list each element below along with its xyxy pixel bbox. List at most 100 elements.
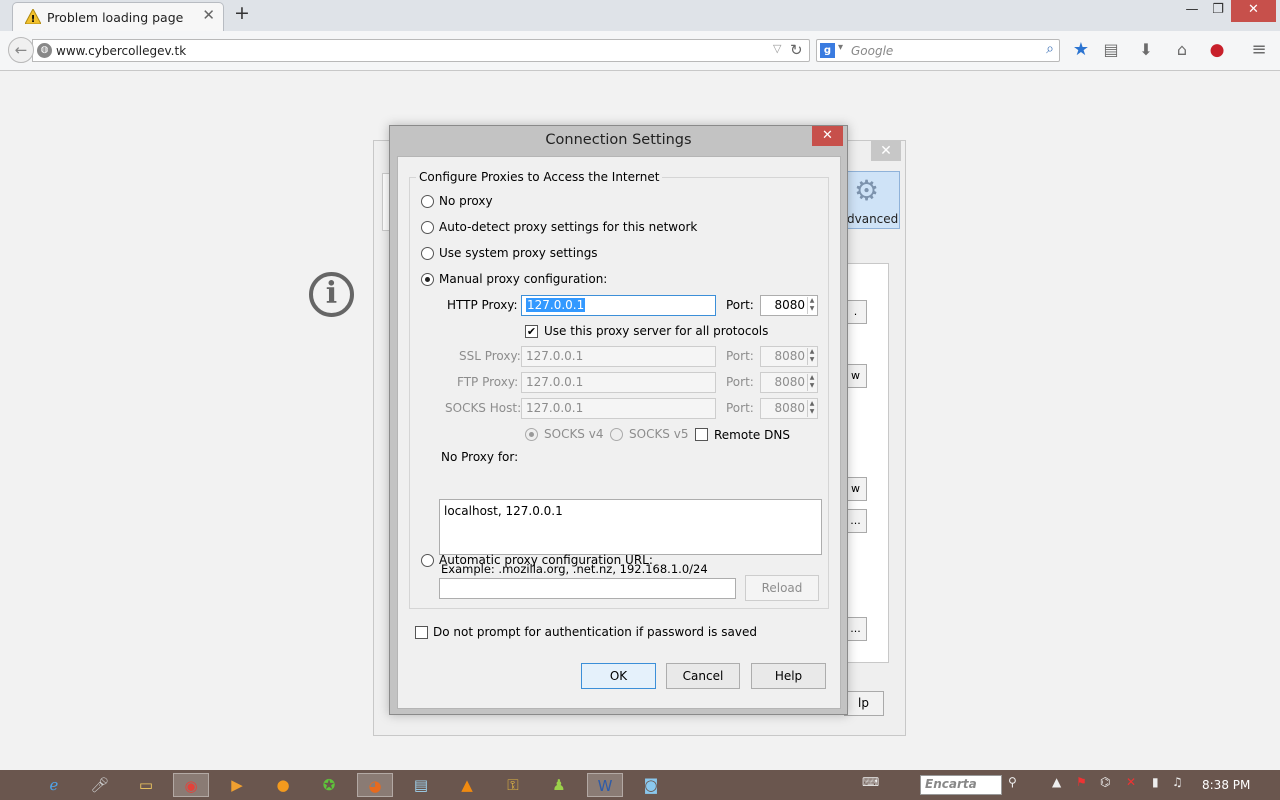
http-port-input[interactable]: 8080 ▲ ▼: [760, 295, 818, 316]
search-engine-dropdown-icon[interactable]: ▾: [838, 42, 843, 53]
no-prompt-auth-checkbox[interactable]: [415, 626, 428, 639]
radio-auto-config-url[interactable]: [421, 554, 434, 567]
auto-detect-label[interactable]: Auto-detect proxy settings for this netw…: [439, 220, 697, 234]
radio-manual-proxy[interactable]: [421, 273, 434, 286]
options-button[interactable]: w: [845, 364, 867, 388]
flag-icon[interactable]: ⚑: [1076, 775, 1087, 789]
clock[interactable]: 8:38 PM: [1202, 778, 1250, 792]
show-hidden-icons[interactable]: ▲: [1052, 775, 1061, 789]
search-input[interactable]: Google: [851, 44, 893, 58]
http-proxy-label: HTTP Proxy:: [447, 298, 518, 312]
ssl-proxy-input[interactable]: 127.0.0.1: [521, 346, 716, 367]
ftp-proxy-label: FTP Proxy:: [457, 375, 519, 389]
tab-problem-loading[interactable]: ! Problem loading page ✕: [12, 2, 224, 32]
network-icon[interactable]: ⌬: [1100, 775, 1110, 789]
cancel-button[interactable]: Cancel: [666, 663, 740, 689]
socks-host-input[interactable]: 127.0.0.1: [521, 398, 716, 419]
file-explorer-icon[interactable]: ▭: [128, 773, 164, 797]
media-player-icon[interactable]: ▶: [219, 773, 255, 797]
options-button[interactable]: .: [845, 300, 867, 324]
ftp-proxy-input[interactable]: 127.0.0.1: [521, 372, 716, 393]
options-close-button[interactable]: ✕: [871, 141, 901, 161]
remote-dns-checkbox[interactable]: [695, 428, 708, 441]
help-button[interactable]: Help: [751, 663, 826, 689]
firefox-orange-icon[interactable]: ●: [265, 773, 301, 797]
options-button[interactable]: ...: [845, 617, 867, 641]
advanced-tab-label: dvanced: [847, 212, 899, 226]
back-button[interactable]: ←: [8, 37, 34, 63]
ok-button[interactable]: OK: [581, 663, 656, 689]
menu-icon[interactable]: ≡: [1248, 39, 1270, 61]
use-for-all-checkbox[interactable]: ✔: [525, 325, 538, 338]
home-icon[interactable]: ⌂: [1171, 39, 1193, 61]
socks-v5-label[interactable]: SOCKS v5: [629, 427, 688, 441]
ssl-port-label: Port:: [726, 349, 754, 363]
search-engine-icon[interactable]: g: [820, 43, 835, 58]
socks-port-label: Port:: [726, 401, 754, 415]
reload-button[interactable]: Reload: [745, 575, 819, 601]
search-icon[interactable]: ⌕: [1046, 41, 1054, 57]
tab-close-icon[interactable]: ✕: [202, 8, 215, 23]
camera-icon[interactable]: ◙: [633, 773, 669, 797]
green-app-icon[interactable]: ✪: [311, 773, 347, 797]
no-proxy-for-input[interactable]: localhost, 127.0.0.1: [439, 499, 822, 555]
remote-dns-label[interactable]: Remote DNS: [714, 428, 790, 442]
signal-icon[interactable]: ✕: [1126, 775, 1136, 789]
search-bar[interactable]: g ▾ Google ⌕: [816, 39, 1060, 62]
firefox-icon[interactable]: ◕: [357, 773, 393, 797]
volume-icon[interactable]: ♫: [1172, 775, 1183, 789]
manual-proxy-label[interactable]: Manual proxy configuration:: [439, 272, 607, 286]
reload-icon[interactable]: ↻: [790, 41, 803, 59]
internet-explorer-icon[interactable]: ℯ: [36, 773, 72, 797]
options-button[interactable]: ...: [845, 509, 867, 533]
options-help-button[interactable]: lp: [844, 691, 884, 716]
search-tray-icon[interactable]: ⚲: [1008, 775, 1017, 789]
window-close-button[interactable]: ✕: [1231, 0, 1276, 22]
auto-config-url-input[interactable]: [439, 578, 736, 599]
globe-icon: ◍: [37, 43, 52, 58]
advanced-tab[interactable]: ⚙ dvanced: [844, 171, 900, 229]
spinner-icon[interactable]: ▲ ▼: [807, 400, 816, 417]
chrome-icon[interactable]: ◉: [173, 773, 209, 797]
spinner-icon[interactable]: ▲ ▼: [807, 348, 816, 365]
encarta-search-box[interactable]: Encarta: [920, 775, 1002, 795]
radio-socks-v5[interactable]: [610, 428, 623, 441]
url-text[interactable]: www.cybercollegev.tk: [56, 44, 186, 58]
socks-port-input[interactable]: 8080 ▲ ▼: [760, 398, 818, 419]
radio-auto-detect[interactable]: [421, 221, 434, 234]
url-dropdown-icon[interactable]: ▽: [773, 42, 781, 55]
spinner-icon[interactable]: ▲ ▼: [807, 374, 816, 391]
radio-system-proxy[interactable]: [421, 247, 434, 260]
system-proxy-label[interactable]: Use system proxy settings: [439, 246, 598, 260]
no-proxy-label[interactable]: No proxy: [439, 194, 493, 208]
pinterest-icon[interactable]: ●: [1206, 39, 1228, 61]
new-tab-button[interactable]: +: [234, 4, 250, 23]
ssl-port-input[interactable]: 8080 ▲ ▼: [760, 346, 818, 367]
auto-config-url-label[interactable]: Automatic proxy configuration URL:: [439, 553, 653, 567]
bookmark-star-icon[interactable]: ★: [1070, 39, 1092, 61]
android-icon[interactable]: ♟: [541, 773, 577, 797]
battery-icon[interactable]: ▮: [1152, 775, 1159, 789]
socks-v4-label[interactable]: SOCKS v4: [544, 427, 603, 441]
keyboard-icon[interactable]: ⌨: [862, 775, 879, 789]
reading-list-icon[interactable]: ▤: [1100, 39, 1122, 61]
http-proxy-input[interactable]: 127.0.0.1: [521, 295, 716, 316]
options-button[interactable]: w: [845, 477, 867, 501]
spinner-icon[interactable]: ▲ ▼: [807, 297, 816, 314]
vlc-icon[interactable]: ▲: [449, 773, 485, 797]
no-prompt-auth-label[interactable]: Do not prompt for authentication if pass…: [433, 625, 757, 639]
key-icon[interactable]: ⚿: [495, 773, 531, 797]
url-bar[interactable]: ◍ www.cybercollegev.tk ▽ ↻: [32, 39, 810, 62]
ftp-port-input[interactable]: 8080 ▲ ▼: [760, 372, 818, 393]
radio-no-proxy[interactable]: [421, 195, 434, 208]
maximize-button[interactable]: ❐: [1206, 0, 1230, 22]
notepad-icon[interactable]: ▤: [403, 773, 439, 797]
warning-icon: !: [25, 9, 41, 24]
mic-icon[interactable]: 🎤︎: [82, 773, 118, 797]
dialog-close-button[interactable]: ✕: [812, 126, 843, 146]
radio-socks-v4[interactable]: [525, 428, 538, 441]
word-icon[interactable]: W: [587, 773, 623, 797]
minimize-button[interactable]: —: [1180, 0, 1204, 22]
download-icon[interactable]: ⬇: [1135, 39, 1157, 61]
use-for-all-label[interactable]: Use this proxy server for all protocols: [544, 324, 768, 338]
